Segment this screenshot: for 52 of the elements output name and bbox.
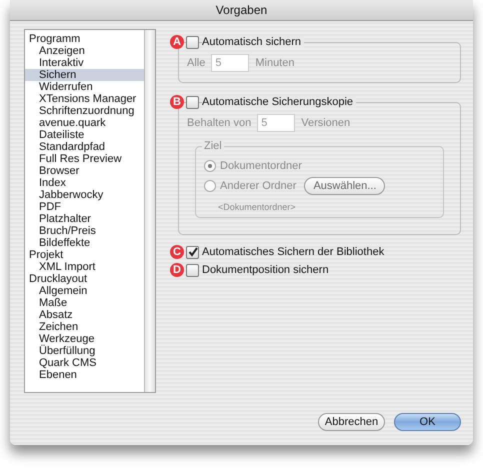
category-item[interactable]: Absatz [25, 309, 144, 321]
category-item[interactable]: avenue.quark [25, 117, 144, 129]
category-item[interactable]: Standardpfad [25, 141, 144, 153]
category-item[interactable]: Quark CMS [25, 357, 144, 369]
category-item[interactable]: Jabberwocky [25, 189, 144, 201]
checkbox[interactable] [186, 246, 199, 258]
category-item[interactable]: PDF [25, 201, 144, 213]
callout-marker: A [170, 35, 184, 49]
category-item[interactable]: Drucklayout [25, 273, 144, 285]
field-unit: Minuten [255, 57, 294, 69]
category-item[interactable]: Maße [25, 297, 144, 309]
group-title: Ziel [202, 140, 224, 153]
category-item[interactable]: Werkzeuge [25, 333, 144, 345]
category-item[interactable]: Interaktiv [25, 57, 144, 69]
field-unit: Versionen [301, 117, 350, 129]
category-item[interactable]: Allgemein [25, 285, 144, 297]
checkbox[interactable] [186, 36, 199, 48]
category-item[interactable]: Index [25, 177, 144, 189]
field-label: Behalten von [187, 117, 252, 129]
category-item[interactable]: Ebenen [25, 369, 144, 381]
category-item[interactable]: XML Import [25, 261, 144, 273]
category-item[interactable]: Schriftenzuordnung [25, 105, 144, 117]
field-label: Alle [187, 57, 206, 69]
radio-label: Dokumentordner [220, 160, 302, 172]
checkbox-label: Automatisches Sichern der Bibliothek [202, 246, 384, 258]
callout-marker: B [170, 95, 184, 109]
checkbox-label: Automatische Sicherungskopie [202, 96, 356, 108]
category-item[interactable]: Projekt [25, 249, 144, 261]
category-item[interactable]: Bruch/Preis [25, 225, 144, 237]
category-item[interactable]: Full Res Preview [25, 153, 144, 165]
category-item[interactable]: Platzhalter [25, 213, 144, 225]
category-item[interactable]: Dateiliste [25, 129, 144, 141]
radio-label: Anderer Ordner [220, 180, 296, 192]
cancel-button[interactable]: Abbrechen [318, 413, 385, 431]
checkbox-label: Dokumentposition sichern [202, 264, 329, 276]
category-item[interactable]: Überfüllung [25, 345, 144, 357]
category-item[interactable]: XTensions Manager [25, 93, 144, 105]
category-item[interactable]: Widerrufen [25, 81, 144, 93]
checkbox[interactable] [186, 96, 199, 108]
folder-path: <Dokumentordner> [218, 202, 297, 212]
category-item[interactable]: Anzeigen [25, 45, 144, 57]
category-item[interactable]: Browser [25, 165, 144, 177]
category-item[interactable]: Zeichen [25, 321, 144, 333]
category-item[interactable]: Programm [25, 33, 144, 45]
callout-marker: C [170, 245, 184, 259]
callout-marker: D [170, 263, 184, 277]
category-item[interactable]: Sichern [25, 69, 144, 81]
window-title: Vorgaben [216, 3, 268, 17]
category-item[interactable]: Bildeffekte [25, 237, 144, 249]
ok-button[interactable]: OK [394, 413, 461, 431]
checkbox[interactable] [186, 264, 199, 276]
checkbox-label: Automatisch sichern [202, 36, 304, 48]
